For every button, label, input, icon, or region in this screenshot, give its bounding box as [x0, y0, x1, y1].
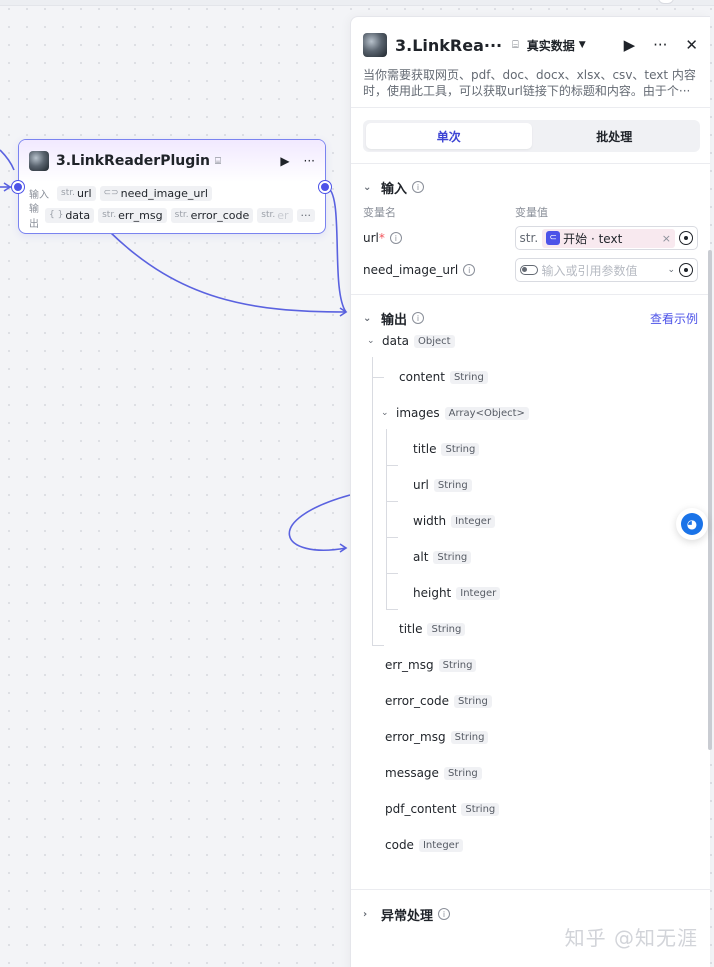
need-image-url-placeholder: 输入或引用参数值	[541, 263, 638, 278]
panel-header: 3.LinkRea··· ⌸ 真实数据 ▼ ▶ ··· ✕	[351, 17, 710, 61]
node-header[interactable]: 3.LinkReaderPlugin ⌸ ▶ ···	[19, 140, 325, 182]
chevron-down-icon: ⌄	[367, 336, 375, 346]
info-icon[interactable]: i	[438, 908, 451, 920]
close-icon[interactable]: ✕	[685, 36, 698, 54]
plugin-tag-icon: ⌸	[215, 155, 222, 167]
start-node-icon: ⊂	[546, 231, 561, 245]
tree-item-error-code: error_code String	[385, 691, 492, 711]
tree-item-message: message String	[385, 763, 482, 783]
panel-title: 3.LinkRea···	[395, 35, 503, 55]
panel-more-icon[interactable]: ···	[653, 36, 667, 54]
input-section-header[interactable]: ⌄ 输入 i	[351, 172, 710, 202]
input-column-headers: 变量名 变量值	[351, 202, 710, 222]
chevron-right-icon: ›	[363, 908, 368, 920]
need-image-url-label: need_image_url	[363, 263, 459, 277]
tree-item-image-title: title String	[413, 439, 480, 459]
output-section-header[interactable]: ⌄ 输出 i 查看示例	[351, 303, 710, 333]
node-output-port[interactable]	[319, 181, 331, 193]
tree-item-data[interactable]: ⌄ data Object	[367, 331, 455, 351]
toggle-icon: ⊂⊃	[103, 188, 119, 198]
tree-item-err-msg: err_msg String	[385, 655, 477, 675]
watermark: 知乎 @知无涯	[564, 926, 698, 950]
plugin-description: 当你需要获取网页、pdf、doc、docx、xlsx、csv、text 内容时，…	[363, 68, 696, 98]
tab-single[interactable]: 单次	[366, 123, 532, 149]
info-icon[interactable]: i	[389, 232, 402, 244]
input-pill-need-image-url: ⊂⊃ need_image_url	[99, 185, 212, 201]
node-config-panel: 3.LinkRea··· ⌸ 真实数据 ▼ ▶ ··· ✕ 当你需要获取网页、pd…	[350, 16, 710, 967]
info-icon[interactable]: i	[412, 181, 425, 193]
output-pill-truncated: str. er	[257, 207, 293, 223]
ref-text: 开始 · text	[563, 231, 623, 246]
node-inputs: 输入 str. url ⊂⊃ need_image_url	[19, 182, 325, 204]
input-section-title: 输入	[381, 181, 408, 197]
tree-item-images[interactable]: ⌄ images Array<Object>	[381, 403, 529, 423]
exception-section-title: 异常处理	[381, 908, 434, 924]
caret-down-icon: ▼	[578, 40, 586, 50]
run-mode-tabs: 单次 批处理	[363, 120, 700, 152]
chevron-down-icon: ⌄	[363, 312, 372, 324]
node-outputs: 输出 { } data str. err_msg str. error_code st…	[19, 204, 325, 230]
node-input-port[interactable]	[12, 181, 24, 193]
panel-plugin-avatar-icon	[363, 33, 387, 57]
inputs-label: 输入	[29, 189, 49, 201]
run-icon[interactable]: ▶	[280, 154, 289, 168]
tree-item-image-height: height Integer	[413, 583, 501, 603]
remove-ref-icon[interactable]: ×	[662, 232, 671, 245]
tree-item-pdf-content: pdf_content String	[385, 799, 500, 819]
view-example-link[interactable]: 查看示例	[650, 310, 698, 327]
tree-item-error-msg: error_msg String	[385, 727, 489, 747]
required-mark: *	[378, 231, 385, 245]
variable-ref-chip[interactable]: ⊂ 开始 · text ×	[542, 228, 675, 248]
reference-target-icon[interactable]	[679, 263, 693, 277]
col-var-name: 变量名	[363, 206, 396, 219]
input-row-need-image-url: need_image_url i 输入或引用参数值 ⌄	[351, 254, 710, 286]
reference-target-icon[interactable]	[679, 231, 693, 245]
tree-item-image-url: url String	[413, 475, 472, 495]
output-section-title: 输出	[381, 312, 408, 328]
tab-batch[interactable]: 批处理	[532, 123, 698, 149]
panel-scrollbar[interactable]	[708, 250, 712, 750]
output-pill-err-msg: str. err_msg	[98, 207, 167, 223]
assistant-float-button[interactable]: ◕	[676, 508, 708, 540]
output-pill-error-code: str. error_code	[170, 207, 254, 223]
chevron-down-icon: ⌄	[363, 181, 372, 193]
node-title: 3.LinkReaderPlugin	[56, 153, 211, 169]
url-value-field[interactable]: str. ⊂ 开始 · text ×	[514, 226, 698, 250]
type-label: str.	[519, 231, 539, 245]
plugin-avatar-icon	[29, 151, 49, 171]
chat-bubble-icon: ◕	[681, 513, 703, 535]
panel-run-icon[interactable]: ▶	[624, 36, 636, 54]
input-row-url: url * i str. ⊂ 开始 · text ×	[351, 222, 710, 254]
plugin-node[interactable]: 3.LinkReaderPlugin ⌸ ▶ ··· 输入 str. url ⊂⊃…	[18, 139, 326, 234]
tree-item-code: code Integer	[385, 835, 463, 855]
panel-plugin-tag-icon: ⌸	[512, 38, 519, 51]
more-icon[interactable]: ···	[304, 154, 315, 168]
output-tree: ⌄ data Object content String ⌄ images Array<O…	[351, 333, 710, 893]
input-pill-url: str. url	[57, 185, 96, 201]
chevron-down-icon: ⌄	[667, 265, 675, 275]
boolean-toggle-icon[interactable]	[519, 265, 538, 275]
data-source-select[interactable]: 真实数据 ▼	[527, 37, 586, 54]
info-icon[interactable]: i	[463, 264, 476, 276]
tree-item-image-alt: alt String	[413, 547, 472, 567]
top-bar	[0, 0, 714, 6]
outputs-label: 输出	[29, 204, 39, 230]
chevron-down-icon: ⌄	[381, 408, 389, 418]
output-pill-data: { } data	[45, 207, 95, 223]
tree-item-content: content String	[399, 367, 488, 387]
col-var-value: 变量值	[515, 206, 548, 219]
info-icon[interactable]: i	[412, 312, 425, 324]
need-image-url-field[interactable]: 输入或引用参数值 ⌄	[514, 258, 698, 282]
tree-item-data-title: title String	[399, 619, 466, 639]
output-more-button[interactable]: ···	[296, 208, 315, 222]
url-label: url	[363, 231, 379, 245]
tree-item-image-width: width Integer	[413, 511, 496, 531]
